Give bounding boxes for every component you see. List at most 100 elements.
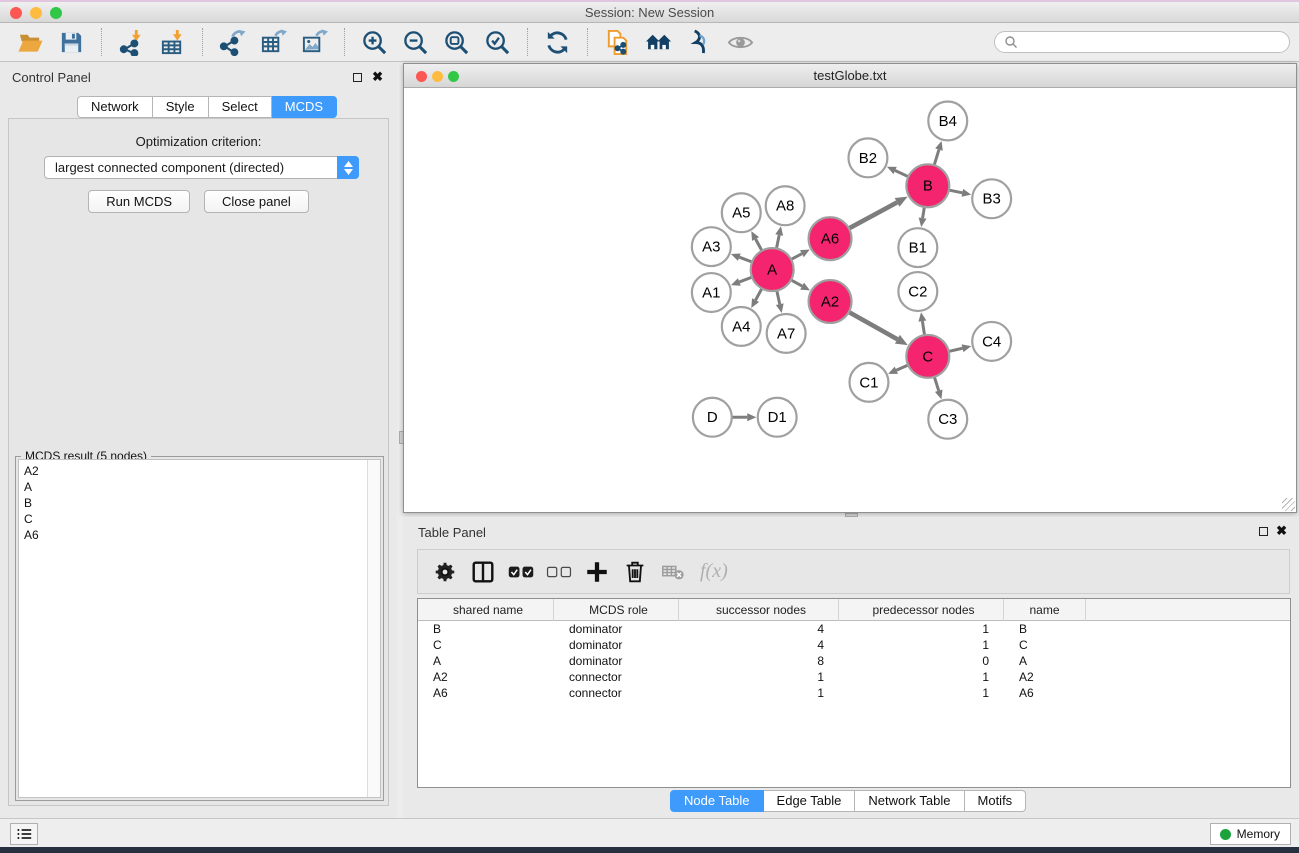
graph-edge-C-C3[interactable] bbox=[934, 377, 938, 391]
show-hide-eye-button[interactable] bbox=[720, 25, 761, 59]
select-all-checkboxes-button[interactable] bbox=[502, 553, 540, 591]
table-row[interactable]: A2connector11A2 bbox=[418, 669, 1290, 685]
table-cell[interactable]: 1 bbox=[679, 685, 839, 701]
open-session-button[interactable] bbox=[10, 25, 51, 59]
graph-node-B1[interactable]: B1 bbox=[898, 228, 937, 267]
export-network-button[interactable] bbox=[212, 25, 253, 59]
function-builder-button[interactable]: f(x) bbox=[700, 560, 728, 583]
show-columns-button[interactable] bbox=[464, 553, 502, 591]
zoom-fit-button[interactable] bbox=[436, 25, 477, 59]
table-cell[interactable]: dominator bbox=[554, 621, 679, 637]
graph-node-C4[interactable]: C4 bbox=[972, 322, 1011, 361]
column-header-predecessor-nodes[interactable]: predecessor nodes bbox=[839, 599, 1004, 621]
export-image-button[interactable] bbox=[294, 25, 335, 59]
graph-node-B3[interactable]: B3 bbox=[972, 179, 1011, 218]
table-row[interactable]: Bdominator41B bbox=[418, 621, 1290, 637]
task-history-button[interactable] bbox=[10, 823, 38, 845]
import-network-button[interactable] bbox=[111, 25, 152, 59]
graph-edge-B-B4[interactable] bbox=[934, 150, 939, 166]
graph-edge-C-C1[interactable] bbox=[896, 365, 908, 370]
table-cell[interactable]: 8 bbox=[679, 653, 839, 669]
graph-node-D1[interactable]: D1 bbox=[758, 398, 797, 437]
tab-mcds[interactable]: MCDS bbox=[272, 96, 337, 118]
run-mcds-button[interactable]: Run MCDS bbox=[88, 190, 190, 213]
delete-table-button[interactable] bbox=[654, 553, 692, 591]
graph-node-A[interactable]: A bbox=[751, 248, 794, 291]
table-cell[interactable]: C bbox=[1004, 637, 1086, 653]
table-cell[interactable]: connector bbox=[554, 685, 679, 701]
delete-column-button[interactable] bbox=[616, 553, 654, 591]
table-cell[interactable]: 1 bbox=[839, 669, 1004, 685]
mcds-result-item[interactable]: C bbox=[19, 511, 380, 527]
graph-node-A3[interactable]: A3 bbox=[692, 227, 731, 266]
mcds-result-item[interactable]: A bbox=[19, 479, 380, 495]
tab-select[interactable]: Select bbox=[209, 96, 272, 118]
zoom-in-button[interactable] bbox=[354, 25, 395, 59]
graph-node-C3[interactable]: C3 bbox=[928, 400, 967, 439]
table-cell[interactable]: 1 bbox=[839, 621, 1004, 637]
table-cell[interactable]: A2 bbox=[1004, 669, 1086, 685]
graph-edge-C-C2[interactable] bbox=[922, 321, 924, 335]
table-row[interactable]: A6connector11A6 bbox=[418, 685, 1290, 701]
graph-node-B[interactable]: B bbox=[906, 164, 949, 207]
table-cell[interactable]: dominator bbox=[554, 637, 679, 653]
graph-edge-A-A5[interactable] bbox=[756, 239, 762, 251]
table-cell[interactable]: A6 bbox=[418, 685, 554, 701]
import-table-button[interactable] bbox=[152, 25, 193, 59]
graph-edge-A-A7[interactable] bbox=[777, 291, 780, 305]
column-header-name[interactable]: name bbox=[1004, 599, 1086, 621]
search-field[interactable] bbox=[994, 31, 1290, 53]
graph-edge-B-B1[interactable] bbox=[923, 207, 925, 218]
add-column-button[interactable] bbox=[578, 553, 616, 591]
table-cell[interactable]: dominator bbox=[554, 653, 679, 669]
graph-edge-B-B2[interactable] bbox=[895, 170, 908, 176]
column-header-shared-name[interactable]: shared name bbox=[418, 599, 554, 621]
graph-edge-A-A4[interactable] bbox=[756, 288, 762, 300]
column-header-successor-nodes[interactable]: successor nodes bbox=[679, 599, 839, 621]
graph-edge-A2-C[interactable] bbox=[849, 312, 898, 339]
graph-node-A2[interactable]: A2 bbox=[809, 280, 852, 323]
mcds-result-item[interactable]: A2 bbox=[19, 460, 380, 479]
graph-edge-A-A8[interactable] bbox=[776, 235, 779, 248]
graph-node-A1[interactable]: A1 bbox=[692, 273, 731, 312]
graph-edge-A-A3[interactable] bbox=[739, 257, 752, 262]
network-canvas[interactable]: B4B2BB3A8A5A6A3B1AA1C2A2A4A7C4CC1C3DD1 bbox=[404, 89, 1296, 512]
graph-node-A6[interactable]: A6 bbox=[809, 217, 852, 260]
table-cell[interactable]: 0 bbox=[839, 653, 1004, 669]
network-graph[interactable]: B4B2BB3A8A5A6A3B1AA1C2A2A4A7C4CC1C3DD1 bbox=[404, 89, 1296, 512]
graph-node-A5[interactable]: A5 bbox=[722, 193, 761, 232]
table-cell[interactable]: 1 bbox=[839, 685, 1004, 701]
graph-node-C2[interactable]: C2 bbox=[898, 272, 937, 311]
mcds-result-item[interactable]: B bbox=[19, 495, 380, 511]
table-settings-button[interactable] bbox=[426, 553, 464, 591]
graph-node-B4[interactable]: B4 bbox=[928, 101, 967, 140]
graph-edge-C-C4[interactable] bbox=[949, 348, 963, 351]
graph-edge-A-A6[interactable] bbox=[791, 254, 802, 260]
graph-edge-B-B3[interactable] bbox=[949, 190, 962, 193]
table-cell[interactable]: 4 bbox=[679, 621, 839, 637]
zoom-selected-button[interactable] bbox=[477, 25, 518, 59]
table-tab-motifs[interactable]: Motifs bbox=[965, 790, 1027, 812]
criterion-select[interactable]: largest connected component (directed) bbox=[44, 156, 359, 179]
zoom-out-button[interactable] bbox=[395, 25, 436, 59]
table-cell[interactable]: A bbox=[1004, 653, 1086, 669]
network-window-titlebar[interactable]: testGlobe.txt bbox=[404, 64, 1296, 88]
search-input[interactable] bbox=[1022, 34, 1289, 50]
table-row[interactable]: Cdominator41C bbox=[418, 637, 1290, 653]
table-cell[interactable]: A6 bbox=[1004, 685, 1086, 701]
graph-edge-A-A1[interactable] bbox=[739, 277, 752, 282]
float-table-panel-icon[interactable] bbox=[1259, 527, 1268, 536]
graph-node-C1[interactable]: C1 bbox=[850, 363, 889, 402]
column-header-mcds-role[interactable]: MCDS role bbox=[554, 599, 679, 621]
mcds-result-list[interactable]: A2ABCA6 bbox=[18, 459, 381, 798]
table-cell[interactable]: 1 bbox=[839, 637, 1004, 653]
resize-grip[interactable] bbox=[1282, 498, 1295, 511]
scrollbar-track[interactable] bbox=[367, 460, 380, 797]
graph-edge-A-A2[interactable] bbox=[791, 280, 802, 286]
table-cell[interactable]: A2 bbox=[418, 669, 554, 685]
table-tab-network-table[interactable]: Network Table bbox=[855, 790, 964, 812]
vizmap-style-button[interactable] bbox=[679, 25, 720, 59]
table-tab-edge-table[interactable]: Edge Table bbox=[764, 790, 856, 812]
mcds-result-item[interactable]: A6 bbox=[19, 527, 380, 543]
graph-edge-A6-B[interactable] bbox=[849, 202, 897, 228]
